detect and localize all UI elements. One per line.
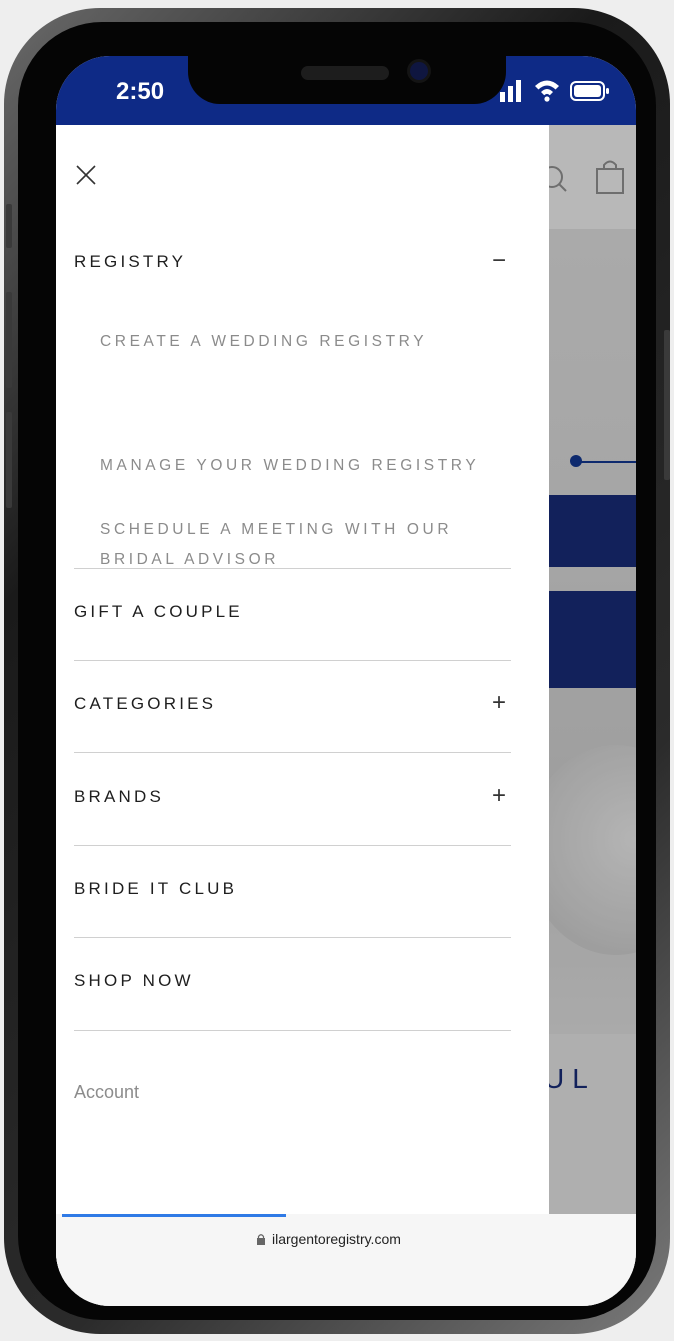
url-bar[interactable]: ilargentoregistry.com: [256, 1231, 401, 1247]
submenu-schedule-meeting[interactable]: SCHEDULE A MEETING WITH OUR BRIDAL ADVIS…: [100, 515, 452, 575]
phone-screen: 2:50 UL REGISTRY − CREATE A WEDDING REGI…: [56, 56, 636, 1306]
volume-up-button: [6, 292, 12, 388]
volume-down-button: [6, 412, 12, 508]
submenu-manage-registry[interactable]: MANAGE YOUR WEDDING REGISTRY: [100, 451, 479, 481]
menu-item-registry[interactable]: REGISTRY: [74, 252, 186, 272]
callout-line: [576, 461, 636, 463]
menu-divider: [74, 937, 511, 938]
notch: [188, 56, 506, 104]
submenu-schedule-line-1: SCHEDULE A MEETING WITH OUR: [100, 521, 453, 538]
power-button: [664, 330, 670, 480]
menu-item-shop-now[interactable]: SHOP NOW: [74, 971, 194, 991]
wifi-icon: [535, 80, 559, 102]
navigation-drawer: REGISTRY − CREATE A WEDDING REGISTRY MAN…: [56, 125, 549, 1283]
close-icon[interactable]: [74, 163, 98, 187]
menu-divider: [74, 752, 511, 753]
battery-icon: [570, 81, 609, 101]
menu-item-gift-a-couple[interactable]: GIFT A COUPLE: [74, 602, 243, 622]
submenu-schedule-line-2: BRIDAL ADVISOR: [100, 551, 280, 568]
status-time: 2:50: [116, 78, 165, 105]
page-load-progress: [62, 1214, 286, 1217]
account-link[interactable]: Account: [74, 1082, 139, 1103]
speaker-grille: [301, 66, 389, 80]
front-camera: [410, 62, 428, 80]
expand-brands-icon[interactable]: +: [488, 784, 510, 808]
mute-switch: [6, 204, 12, 248]
menu-item-categories[interactable]: CATEGORIES: [74, 694, 216, 714]
expand-categories-icon[interactable]: +: [488, 691, 510, 715]
menu-divider: [74, 568, 511, 569]
collapse-registry-icon[interactable]: −: [488, 249, 510, 273]
menu-divider: [74, 845, 511, 846]
browser-bottom-bar: [56, 1214, 636, 1306]
menu-divider: [74, 660, 511, 661]
menu-item-bride-it-club[interactable]: BRIDE IT CLUB: [74, 879, 237, 899]
url-text: ilargentoregistry.com: [272, 1231, 401, 1247]
status-bar: 2:50: [56, 56, 636, 125]
submenu-create-registry[interactable]: CREATE A WEDDING REGISTRY: [100, 327, 427, 357]
menu-divider: [74, 1030, 511, 1031]
lock-icon: [257, 1234, 265, 1245]
cellular-signal-icon: [500, 80, 521, 102]
menu-item-brands[interactable]: BRANDS: [74, 787, 164, 807]
